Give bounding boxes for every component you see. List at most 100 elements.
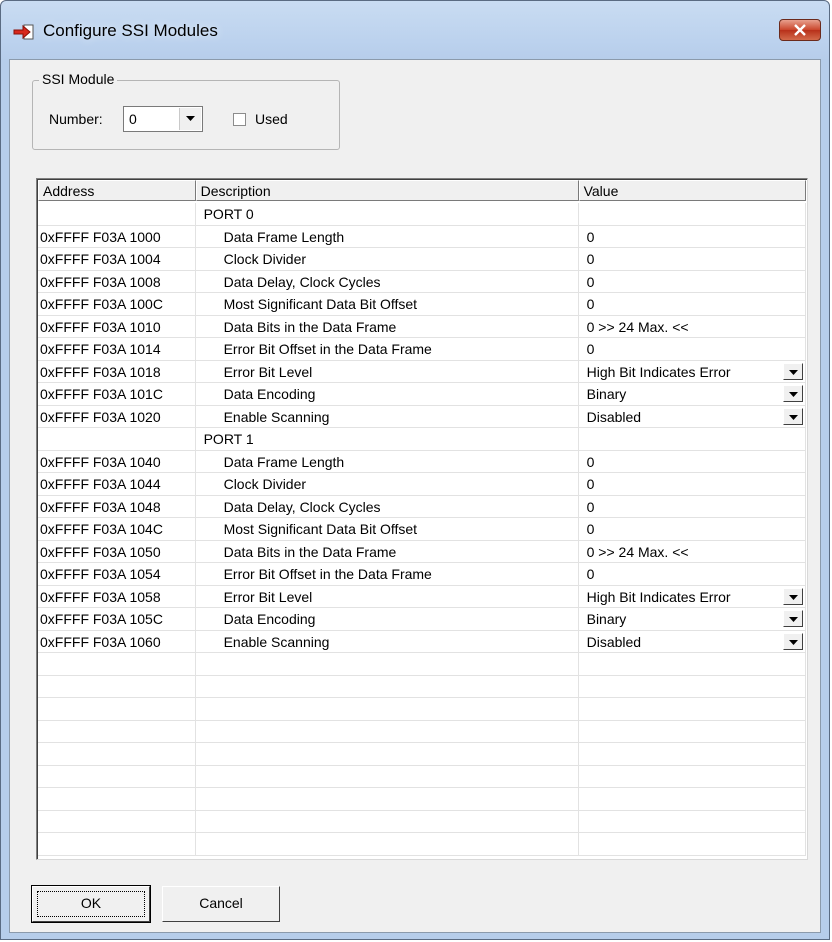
address-cell: 0xFFFF F03A 1040 <box>38 450 196 473</box>
chevron-down-icon <box>789 392 799 397</box>
value-select[interactable]: High Bit Indicates Error <box>578 360 807 383</box>
value-text: Binary <box>586 386 627 402</box>
address-cell: 0xFFFF F03A 1054 <box>38 563 196 586</box>
module-number-select[interactable]: 0 <box>123 106 203 132</box>
value-cell[interactable]: 0 <box>578 270 807 293</box>
address-cell <box>38 765 196 788</box>
table-row[interactable]: 0xFFFF F03A 1044 Clock Divider 0 <box>38 473 807 496</box>
table-row[interactable]: 0xFFFF F03A 1018 Error Bit Level High Bit … <box>38 360 807 383</box>
address-cell <box>38 810 196 833</box>
description-cell <box>195 720 579 743</box>
grid-header: Address Description Value <box>38 180 806 202</box>
empty-row <box>38 675 807 698</box>
value-select[interactable]: High Bit Indicates Error <box>578 585 807 608</box>
value-dropdown-button[interactable] <box>783 362 804 380</box>
address-cell: 0xFFFF F03A 1010 <box>38 315 196 338</box>
value-select[interactable]: Disabled <box>578 630 807 653</box>
value-text: 0 <box>586 341 595 357</box>
value-cell[interactable]: 0 <box>578 248 807 271</box>
value-cell[interactable]: 0 <box>578 225 807 248</box>
value-cell[interactable] <box>578 428 807 451</box>
address-cell: 0xFFFF F03A 1044 <box>38 473 196 496</box>
value-dropdown-button[interactable] <box>783 385 804 402</box>
description-cell: Data Delay, Clock Cycles <box>195 495 579 518</box>
address-cell <box>38 653 196 676</box>
grid-rows: PORT 0 0xFFFF F03A 1000 Data Frame Length 0… <box>38 203 807 856</box>
table-row[interactable]: 0xFFFF F03A 101C Data Encoding Binary <box>38 383 807 406</box>
address-cell: 0xFFFF F03A 1004 <box>38 248 196 271</box>
value-dropdown-button[interactable] <box>783 587 804 605</box>
value-cell[interactable]: 0 <box>578 473 807 496</box>
port-header-row[interactable]: PORT 1 <box>38 428 807 451</box>
description-cell: Error Bit Level <box>195 360 579 383</box>
value-select[interactable]: Disabled <box>578 405 807 428</box>
close-button[interactable] <box>779 19 821 41</box>
title-bar[interactable]: Configure SSI Modules <box>1 1 829 59</box>
table-row[interactable]: 0xFFFF F03A 1004 Clock Divider 0 <box>38 248 807 271</box>
column-header-address[interactable]: Address <box>38 180 196 201</box>
module-number-value: 0 <box>129 111 137 127</box>
value-cell[interactable]: 0 >> 24 Max. << <box>578 315 807 338</box>
value-dropdown-button[interactable] <box>783 407 804 425</box>
table-row[interactable]: 0xFFFF F03A 105C Data Encoding Binary <box>38 608 807 631</box>
app-arrow-icon <box>13 24 34 40</box>
chevron-down-icon <box>789 639 799 645</box>
table-row[interactable]: 0xFFFF F03A 1020 Enable Scanning Disabled <box>38 405 807 428</box>
cancel-button[interactable]: Cancel <box>162 886 280 922</box>
address-cell: 0xFFFF F03A 1000 <box>38 225 196 248</box>
used-checkbox[interactable] <box>233 113 246 126</box>
address-cell: 0xFFFF F03A 1014 <box>38 338 196 361</box>
value-dropdown-button[interactable] <box>783 632 804 650</box>
description-cell <box>195 653 579 676</box>
value-select[interactable]: Binary <box>578 608 807 631</box>
register-grid[interactable]: Address Description Value PORT 0 0xFFFF F… <box>36 178 808 860</box>
description-cell: Data Encoding <box>195 383 579 406</box>
chevron-down-icon <box>789 594 799 600</box>
value-dropdown-button[interactable] <box>783 610 804 627</box>
table-row[interactable]: 0xFFFF F03A 1060 Enable Scanning Disabled <box>38 630 807 653</box>
value-cell[interactable]: 0 <box>578 563 807 586</box>
table-row[interactable]: 0xFFFF F03A 1054 Error Bit Offset in the … <box>38 563 807 586</box>
empty-row <box>38 833 807 856</box>
table-row[interactable]: 0xFFFF F03A 1000 Data Frame Length 0 <box>38 225 807 248</box>
table-row[interactable]: 0xFFFF F03A 1050 Data Bits in the Data Fr… <box>38 540 807 563</box>
value-cell[interactable]: 0 <box>578 495 807 518</box>
value-cell[interactable]: 0 <box>578 293 807 316</box>
table-row[interactable]: 0xFFFF F03A 100C Most Significant Data Bi… <box>38 293 807 316</box>
empty-row <box>38 698 807 721</box>
ok-button[interactable]: OK <box>31 885 151 923</box>
value-cell[interactable] <box>578 203 807 226</box>
address-cell: 0xFFFF F03A 1050 <box>38 540 196 563</box>
empty-row <box>38 720 807 743</box>
address-cell: 0xFFFF F03A 1048 <box>38 495 196 518</box>
value-text: 0 <box>586 228 595 245</box>
value-cell[interactable]: 0 <box>578 450 807 473</box>
table-row[interactable]: 0xFFFF F03A 1040 Data Frame Length 0 <box>38 450 807 473</box>
address-cell <box>38 833 196 856</box>
chevron-down-icon <box>186 116 195 121</box>
column-header-value[interactable]: Value <box>578 180 806 201</box>
chevron-down-icon <box>789 369 799 375</box>
column-header-description[interactable]: Description <box>195 180 579 201</box>
table-row[interactable]: 0xFFFF F03A 1014 Error Bit Offset in the … <box>38 338 807 361</box>
used-label[interactable]: Used <box>255 111 288 127</box>
table-row[interactable]: 0xFFFF F03A 1010 Data Bits in the Data Fr… <box>38 315 807 338</box>
value-cell[interactable]: 0 <box>578 338 807 361</box>
table-row[interactable]: 0xFFFF F03A 104C Most Significant Data Bi… <box>38 518 807 541</box>
value-text: 0 >> 24 Max. << <box>586 318 689 335</box>
description-cell: Most Significant Data Bit Offset <box>195 293 579 316</box>
description-cell <box>195 810 579 833</box>
value-cell[interactable]: 0 <box>578 518 807 541</box>
port-header-row[interactable]: PORT 0 <box>38 203 807 226</box>
table-row[interactable]: 0xFFFF F03A 1058 Error Bit Level High Bit … <box>38 585 807 608</box>
module-number-dropdown-button[interactable] <box>179 108 201 130</box>
description-cell <box>195 833 579 856</box>
table-row[interactable]: 0xFFFF F03A 1048 Data Delay, Clock Cycles… <box>38 495 807 518</box>
chevron-down-icon <box>789 414 799 420</box>
cancel-label: Cancel <box>199 895 243 911</box>
dialog-window: Configure SSI Modules SSI Module Number:… <box>0 0 830 940</box>
description-cell: Data Bits in the Data Frame <box>195 540 579 563</box>
value-select[interactable]: Binary <box>578 383 807 406</box>
value-cell[interactable]: 0 >> 24 Max. << <box>578 540 807 563</box>
table-row[interactable]: 0xFFFF F03A 1008 Data Delay, Clock Cycles… <box>38 270 807 293</box>
